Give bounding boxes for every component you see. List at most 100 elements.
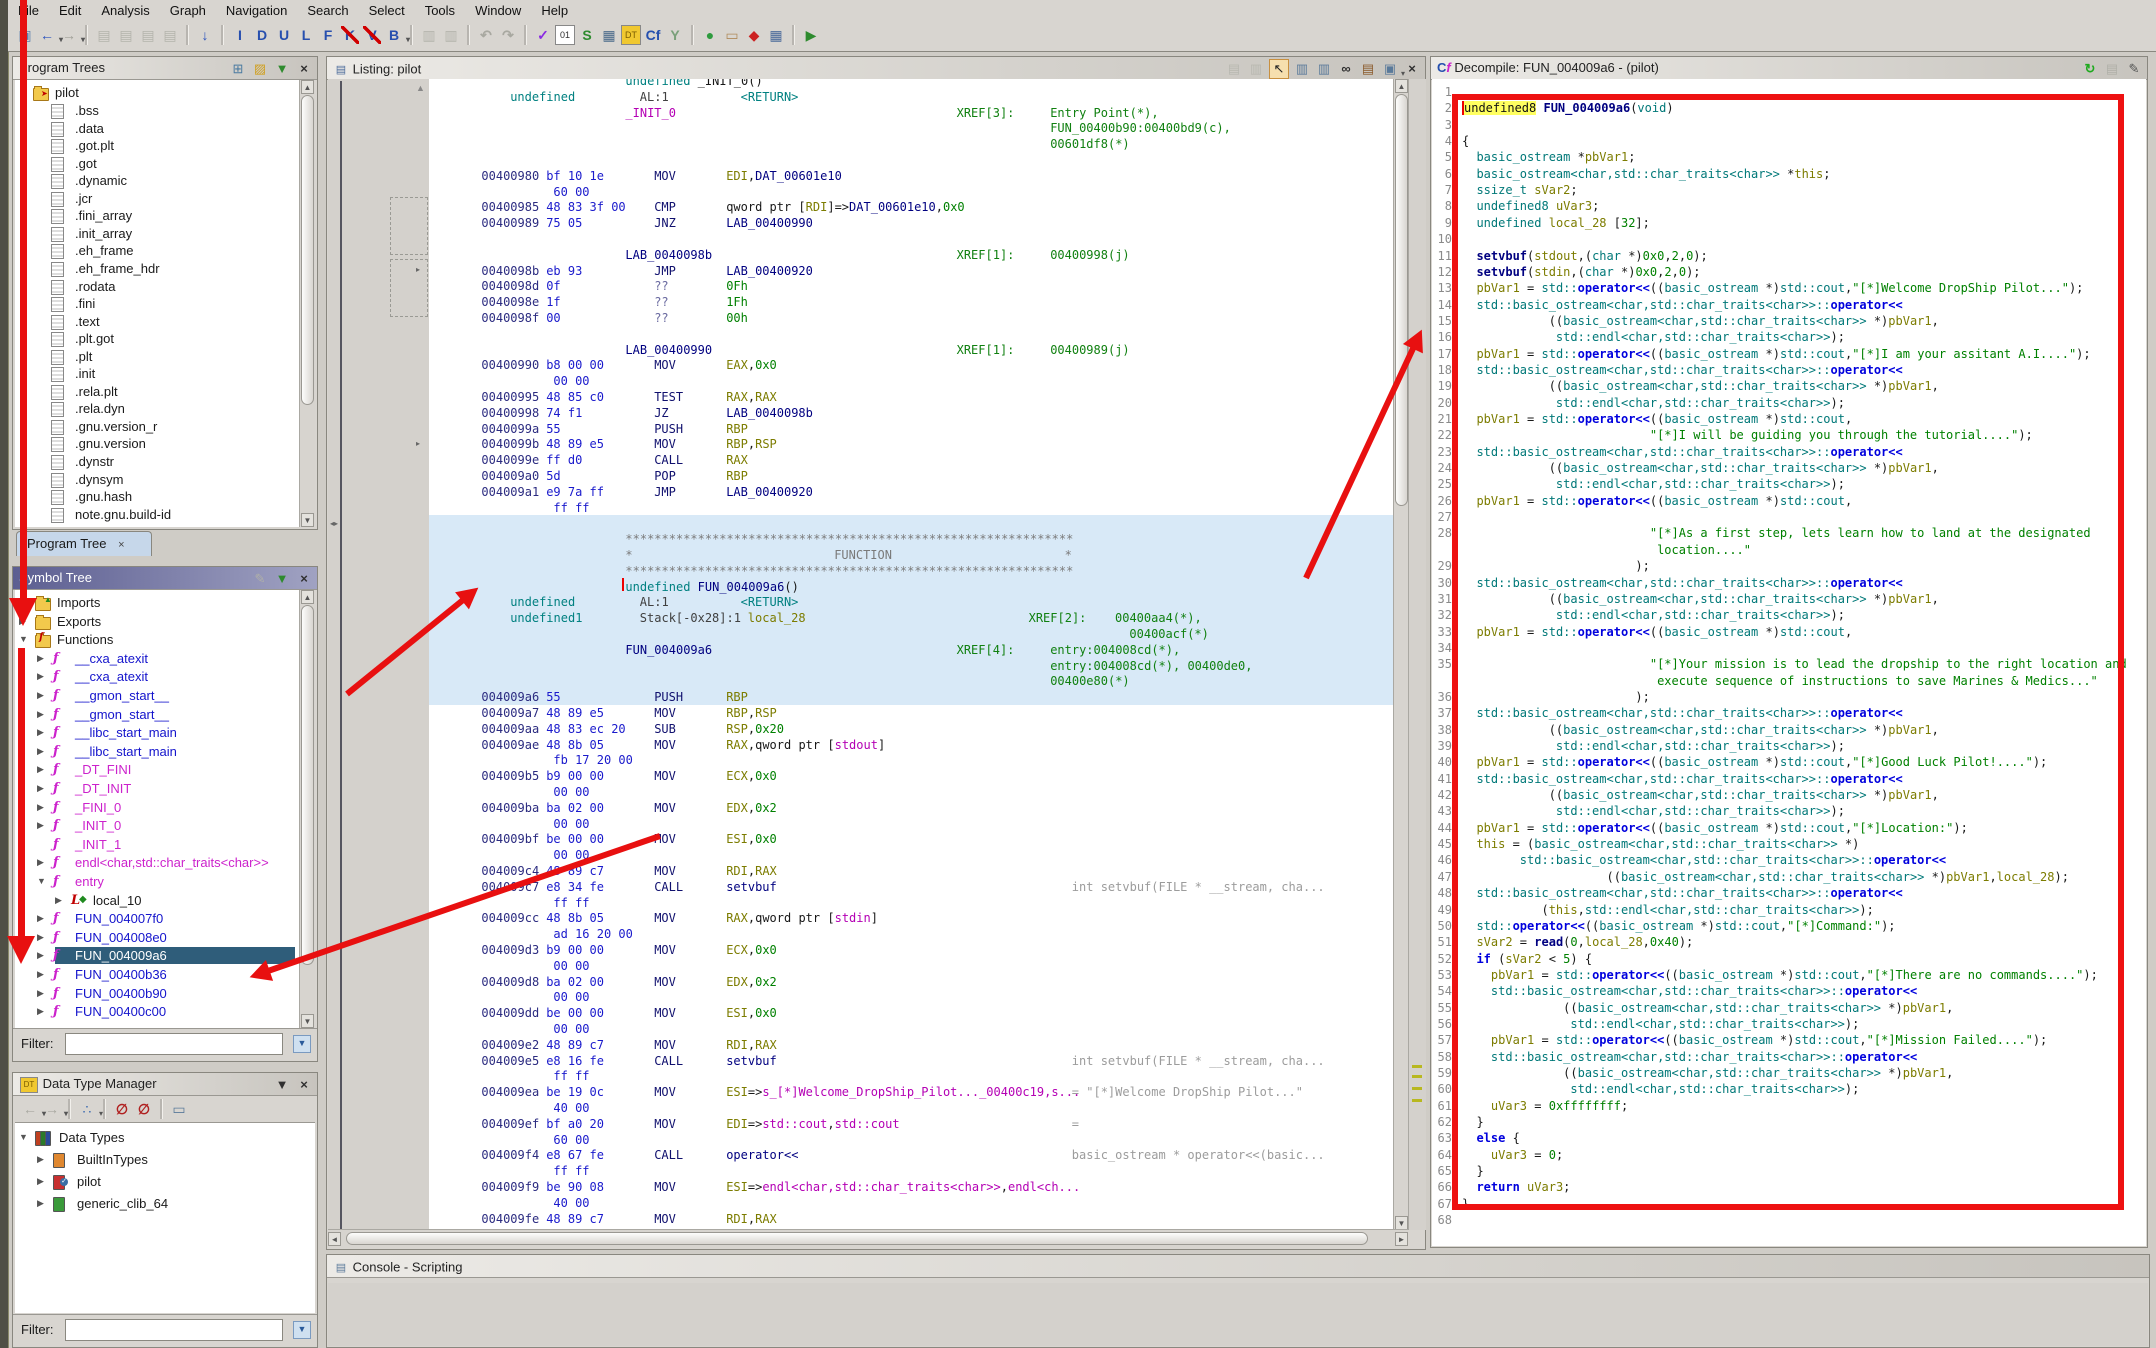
program-tree-tab[interactable]: Program Tree × xyxy=(16,531,152,556)
expand-arrow-icon[interactable]: ▶ xyxy=(37,746,44,757)
listing-field[interactable]: FUN_00400b90:00400bd9(c), xyxy=(1050,121,1231,135)
listing-field[interactable]: 004009aa xyxy=(481,722,539,736)
listing-row[interactable]: 004009c7e8 34 feCALLsetvbufint setvbuf(F… xyxy=(429,879,1393,895)
listing-field[interactable]: be 00 00 xyxy=(546,832,604,846)
listing-field[interactable]: 00400990 xyxy=(481,358,539,372)
listing-field[interactable]: ESI=>s_[*]Welcome_DropShip_Pilot..._0040… xyxy=(726,1085,1080,1099)
listing-field[interactable]: PUSH xyxy=(654,422,683,436)
tree-item-section[interactable]: .bss xyxy=(15,102,299,120)
memory-book-icon[interactable]: ▤ xyxy=(1359,60,1377,78)
tree-item-root[interactable]: ▼➤pilot xyxy=(15,84,299,102)
search-binoculars-icon[interactable]: ∞ xyxy=(1337,60,1355,78)
listing-row[interactable]: undefinedAL:1<RETURN> xyxy=(429,594,1393,610)
listing-row[interactable]: ****************************************… xyxy=(429,563,1393,579)
listing-field[interactable]: MOV xyxy=(654,706,676,720)
tree-item-section[interactable]: .fini xyxy=(15,295,299,313)
nav-over-icon[interactable]: ▤ xyxy=(138,25,158,45)
listing-field[interactable]: MOV xyxy=(654,1117,676,1131)
listing-field[interactable]: RBP xyxy=(726,469,748,483)
expand-arrow-icon[interactable]: ▼ xyxy=(19,634,28,644)
listing-field[interactable]: 40 00 xyxy=(553,1101,589,1115)
listing-field[interactable]: 48 85 c0 xyxy=(546,390,604,404)
listing-row[interactable]: *FUNCTION* xyxy=(429,547,1393,563)
new-tree-icon[interactable]: ⊞ xyxy=(229,60,247,78)
listing-field[interactable]: 00h xyxy=(726,311,748,325)
listing-field[interactable]: 0Fh xyxy=(726,279,748,293)
edit-table-icon[interactable]: ▥ xyxy=(1293,60,1311,78)
listing-field[interactable]: RAX,qword ptr [stdin] xyxy=(726,911,878,925)
listing-field[interactable]: JNZ xyxy=(654,216,676,230)
run-icon[interactable]: ● xyxy=(700,25,720,45)
listing-field[interactable]: entry:004008cd(*), xyxy=(1050,643,1180,657)
scroll-down-icon[interactable]: ▼ xyxy=(1395,1216,1408,1230)
listing-row[interactable]: 004009efbf a0 20MOVEDI=>std::cout,std::c… xyxy=(429,1116,1393,1132)
scroll-thumb[interactable] xyxy=(301,95,314,405)
listing-row[interactable]: 004009a1e9 7a ffJMPLAB_00400920 xyxy=(429,484,1393,500)
listing-field[interactable]: 40 00 xyxy=(553,1196,589,1210)
program-trees-header[interactable]: Program Trees ⊞▨▼× xyxy=(13,57,317,80)
listing-row[interactable]: fb 17 20 00 xyxy=(429,752,1393,768)
listing-row[interactable]: 00400acf(*) xyxy=(429,626,1393,642)
undo-icon[interactable]: ↶ xyxy=(476,25,496,45)
listing-row[interactable]: 00400e80(*) xyxy=(429,673,1393,689)
listing-field[interactable]: RDI,RAX xyxy=(726,1212,777,1226)
symbol-tree-header[interactable]: Symbol Tree ✎▼× xyxy=(13,567,317,590)
listing-row[interactable]: 0040099eff d0CALLRAX xyxy=(429,452,1393,468)
listing-field[interactable]: ?? xyxy=(654,311,668,325)
listing-row[interactable] xyxy=(429,326,1393,342)
listing-view[interactable]: undefined _INIT_0() undefinedAL:1<RETURN>… xyxy=(429,79,1393,1230)
memory-map-icon[interactable]: ▦ xyxy=(599,25,619,45)
listing-field[interactable]: undefined _INIT_0() xyxy=(625,79,762,88)
associate-icon[interactable]: ∴▾ xyxy=(77,1099,97,1119)
tree-item-section[interactable]: .plt xyxy=(15,348,299,366)
listing-field[interactable]: LAB_0040098b xyxy=(625,248,712,262)
listing-field[interactable]: ff ff xyxy=(553,1069,589,1083)
listing-row[interactable]: 004009e5e8 16 feCALLsetvbufint setvbuf(F… xyxy=(429,1053,1393,1069)
expand-arrow-icon[interactable]: ▶ xyxy=(37,950,44,961)
listing-field[interactable]: MOV xyxy=(654,437,676,451)
diff-table-icon[interactable]: ▥ xyxy=(1315,60,1333,78)
listing-row[interactable]: ff ff xyxy=(429,1163,1393,1179)
listing-field[interactable]: e8 16 fe xyxy=(546,1054,604,1068)
tree-item-exports[interactable]: ▶Exports xyxy=(15,613,299,631)
listing-field[interactable]: 60 00 xyxy=(553,185,589,199)
letter-d-icon[interactable]: D xyxy=(252,25,272,45)
listing-field[interactable]: 004009fe xyxy=(481,1212,539,1226)
copy-icon[interactable]: ▤ xyxy=(1225,60,1243,78)
listing-field[interactable]: JZ xyxy=(654,406,668,420)
listing-field[interactable]: 004009d8 xyxy=(481,975,539,989)
expand-arrow-icon[interactable]: ▶ xyxy=(37,690,44,701)
listing-field[interactable]: RDI,RAX xyxy=(726,864,777,878)
edit-icon[interactable]: ✎ xyxy=(2125,60,2143,78)
listing-field[interactable]: XREF[1]: xyxy=(957,248,1015,262)
listing-field[interactable]: 60 00 xyxy=(553,1133,589,1147)
tree-item-section[interactable]: .init_array xyxy=(15,225,299,243)
listing-field[interactable]: ESI,0x0 xyxy=(726,1006,777,1020)
listing-field[interactable]: POP xyxy=(654,469,676,483)
listing-row[interactable]: 004009ddbe 00 00MOVESI,0x0 xyxy=(429,1005,1393,1021)
listing-field[interactable]: 48 89 e5 xyxy=(546,437,604,451)
copy-icon[interactable]: ▤ xyxy=(2103,60,2121,78)
listing-field[interactable]: 0040098d xyxy=(481,279,539,293)
tree-item-fun-004007f0[interactable]: ▶ƒFUN_004007f0 xyxy=(15,910,299,928)
listing-field[interactable]: 004009e5 xyxy=(481,1054,539,1068)
keyboard-icon[interactable]: ▭ xyxy=(722,25,742,45)
listing-field[interactable]: 75 05 xyxy=(546,216,582,230)
listing-field[interactable]: 00 xyxy=(546,311,560,325)
listing-field[interactable]: ECX,0x0 xyxy=(726,943,777,957)
tree-item-fun-00400b90[interactable]: ▶ƒFUN_00400b90 xyxy=(15,985,299,1003)
listing-row[interactable]: _INIT_0XREF[3]:Entry Point(*), xyxy=(429,105,1393,121)
tree-item-section[interactable]: .dynstr xyxy=(15,453,299,471)
listing-field[interactable]: JMP xyxy=(654,485,676,499)
listing-field[interactable]: _INIT_0 xyxy=(625,106,676,120)
tree-item-functions[interactable]: ▼fFunctions xyxy=(15,631,299,649)
listing-row[interactable]: 004009fe48 89 c7MOVRDI,RAX xyxy=(429,1211,1393,1227)
nav-in-icon[interactable]: ▤ xyxy=(116,25,136,45)
listing-field[interactable]: be 19 0c xyxy=(546,1085,604,1099)
listing-field[interactable]: 004009e2 xyxy=(481,1038,539,1052)
listing-field[interactable]: ba 02 00 xyxy=(546,801,604,815)
expand-arrow-icon[interactable]: ▶ xyxy=(37,727,44,738)
listing-field[interactable]: 004009f4 xyxy=(481,1148,539,1162)
tree-item-entry[interactable]: ▼ƒentry xyxy=(15,873,299,891)
listing-field[interactable]: ba 02 00 xyxy=(546,975,604,989)
